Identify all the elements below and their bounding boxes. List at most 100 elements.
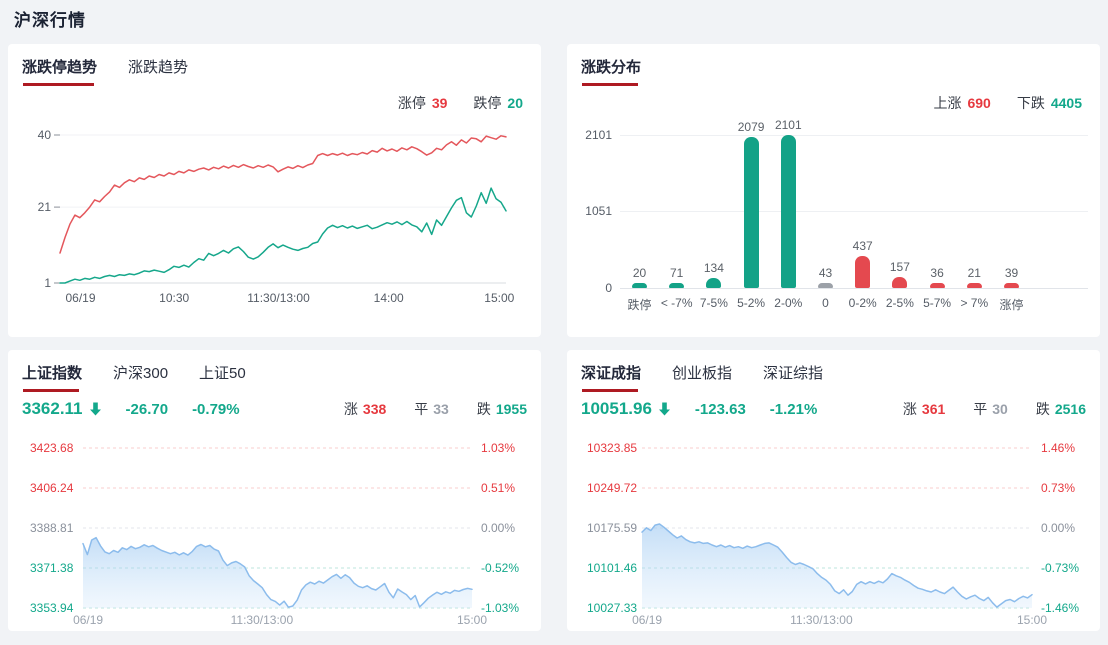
x-axis-label: 06/19 <box>73 613 103 627</box>
tab-sz-composite[interactable]: 深证综指 <box>763 362 823 392</box>
legend-limit-down: 跌停 20 <box>473 93 523 113</box>
legend-label: 下跌 <box>1016 95 1045 111</box>
index-change: -26.70 <box>125 400 169 418</box>
bar-value-label: 39 <box>1004 266 1019 280</box>
tab-limit-trend[interactable]: 涨跌停趋势 <box>22 56 97 86</box>
y-axis-label: 21 <box>38 200 52 214</box>
count-label: 平 <box>414 401 429 417</box>
count-label: 涨 <box>343 401 358 417</box>
legend-label: 跌停 <box>473 95 502 111</box>
y-axis-label: 0 <box>605 281 612 295</box>
count-label: 涨 <box>902 401 917 417</box>
y-axis-label: 3353.94 <box>30 601 74 615</box>
count-label: 跌 <box>476 401 491 417</box>
tab-sse50[interactable]: 上证50 <box>199 362 246 392</box>
x-axis-category: > 7% <box>960 296 989 310</box>
tab-updown-trend[interactable]: 涨跌趋势 <box>128 56 188 86</box>
count-value: 33 <box>433 401 449 417</box>
count-up: 涨 361 <box>903 399 945 419</box>
tabs-sz-index: 深证成指 创业板指 深证综指 <box>581 362 823 392</box>
chart-canvas: 3423.68 1.03% 3406.24 0.51% 3388.81 0.00% 3371… <box>30 441 519 627</box>
bar-value-label: 157 <box>889 259 910 274</box>
count-label: 平 <box>973 401 988 417</box>
market-overview-page: 沪深行情 涨跌停趋势 涨跌趋势 涨停 39 跌停 20 40 21 1 06/19 10:3… <box>0 0 1108 645</box>
bar-0-2%[interactable] <box>855 256 871 288</box>
x-axis-category: 2-5% <box>885 296 914 310</box>
y-axis-label: 1051 <box>585 204 612 219</box>
index-change-pct: -0.79% <box>192 400 240 418</box>
y-axis-label: 10027.33 <box>587 601 637 615</box>
sz-index-chart[interactable]: 10323.85 1.46% 10249.72 0.73% 10175.59 0.00% 1… <box>579 430 1088 627</box>
legend-distribution: 上涨 690 下跌 4405 <box>933 93 1082 113</box>
sh-index-chart[interactable]: 3423.68 1.03% 3406.24 0.51% 3388.81 0.00% 3371… <box>20 430 529 627</box>
bar-value-label: 43 <box>818 266 833 280</box>
y-axis-pct-label: 0.00% <box>1041 521 1075 535</box>
tab-distribution[interactable]: 涨跌分布 <box>581 56 641 86</box>
bar-7-5%[interactable] <box>706 278 722 288</box>
x-axis-category: 7-5% <box>699 296 728 310</box>
bar-5-7%[interactable] <box>929 283 945 288</box>
count-value: 30 <box>992 401 1008 417</box>
chart-canvas: 40 21 1 06/19 10:30 11:30/13:00 14:00 15:00 <box>38 128 515 305</box>
bar-> 7%[interactable] <box>966 283 982 288</box>
y-axis-label: 10249.72 <box>587 481 637 495</box>
sz-index-stats: 10051.96 -123.63 -1.21% 涨 361 平 30 跌 2516 <box>581 396 1086 422</box>
bar-0[interactable] <box>818 283 833 288</box>
count-down: 跌 1955 <box>477 399 527 419</box>
tabs-limit-trend: 涨跌停趋势 涨跌趋势 <box>22 56 188 86</box>
bar-2-0%[interactable] <box>780 135 796 288</box>
index-change-pct: -1.21% <box>769 400 818 418</box>
panel-sh-index: 上证指数 沪深300 上证50 3362.11 -26.70 -0.79% 涨 3… <box>8 350 541 631</box>
x-axis-label: 06/19 <box>632 613 662 627</box>
y-axis-pct-label: 1.03% <box>481 441 515 455</box>
x-axis-label: 15:00 <box>1017 613 1047 627</box>
bar-value-label: 134 <box>703 261 724 276</box>
x-axis-label: 11:30/13:00 <box>231 613 294 627</box>
x-axis-label: 11:30/13:00 <box>247 291 310 305</box>
x-axis-label: 10:30 <box>159 291 189 305</box>
x-axis-label: 15:00 <box>457 613 487 627</box>
chart-canvas: 10323.85 1.46% 10249.72 0.73% 10175.59 0.00% 1… <box>587 441 1079 627</box>
x-axis-category: < -7% <box>660 296 693 310</box>
y-axis-pct-label: -0.73% <box>1041 561 1079 575</box>
legend-value: 4405 <box>1050 95 1082 111</box>
tab-hs300[interactable]: 沪深300 <box>113 362 168 392</box>
tab-sz-component[interactable]: 深证成指 <box>581 362 641 392</box>
distribution-chart[interactable]: 2101 1051 0 20 跌停 71 < -7% 134 7-5% 2079 5-2% 2101 2… <box>579 118 1088 329</box>
panel-sz-index: 深证成指 创业板指 深证综指 10051.96 -123.63 -1.21% 涨… <box>567 350 1100 631</box>
legend-label: 上涨 <box>933 95 962 111</box>
page-title: 沪深行情 <box>14 11 86 30</box>
y-axis-label: 3371.38 <box>30 561 74 575</box>
bar-value-label: 20 <box>632 266 647 280</box>
bar-< -7%[interactable] <box>669 282 685 288</box>
y-axis-label: 10101.46 <box>587 561 637 575</box>
index-value: 3362.11 <box>22 399 83 418</box>
tabs-distribution: 涨跌分布 <box>581 56 641 86</box>
legend-limit-trend: 涨停 39 跌停 20 <box>398 93 523 113</box>
x-axis-category: 5-2% <box>737 296 766 310</box>
x-axis-category: 2-0% <box>774 296 803 310</box>
count-flat: 平 30 <box>973 399 1008 419</box>
panel-distribution: 涨跌分布 上涨 690 下跌 4405 2101 1051 0 20 跌停 71 < -7% 13… <box>567 44 1100 337</box>
bar-value-label: 71 <box>670 265 684 280</box>
tab-chinext[interactable]: 创业板指 <box>672 362 732 392</box>
bar-涨停[interactable] <box>1004 283 1019 288</box>
legend-advancers: 上涨 690 <box>933 93 990 113</box>
bar-value-label: 21 <box>967 266 981 280</box>
y-axis-label: 10323.85 <box>587 441 637 455</box>
x-axis-label: 06/19 <box>65 291 95 305</box>
y-axis-label: 3388.81 <box>30 521 74 535</box>
x-axis-label: 15:00 <box>484 291 514 305</box>
limit-trend-chart[interactable]: 40 21 1 06/19 10:30 11:30/13:00 14:00 15:00 <box>20 120 529 329</box>
legend-value: 20 <box>507 95 523 111</box>
gridline <box>620 135 1088 136</box>
index-value: 10051.96 <box>581 399 652 418</box>
down-arrow-icon <box>89 402 102 416</box>
bar-5-2%[interactable] <box>743 136 759 288</box>
tab-sh-index[interactable]: 上证指数 <box>22 362 82 392</box>
legend-limit-up: 涨停 39 <box>398 93 448 113</box>
bar-跌停[interactable] <box>632 283 647 288</box>
bar-2-5%[interactable] <box>892 276 908 288</box>
x-axis-category: 0 <box>822 296 829 310</box>
y-axis-pct-label: 0.51% <box>481 481 515 495</box>
